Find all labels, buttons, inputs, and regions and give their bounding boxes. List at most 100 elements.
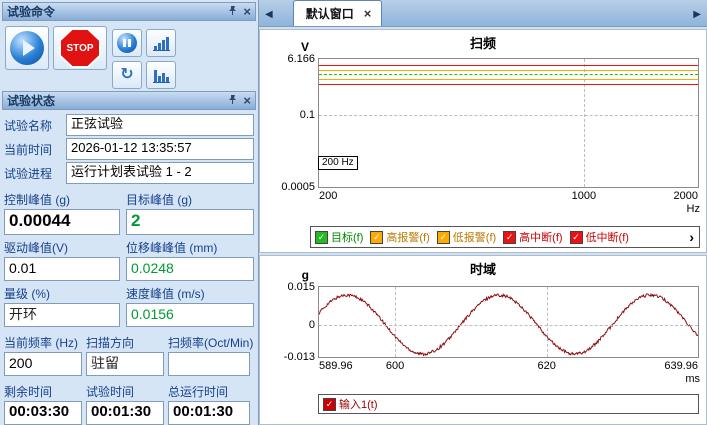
current-time-value: 2026-01-12 13:35:57 bbox=[66, 138, 254, 160]
legend-item[interactable]: ✓目标(f) bbox=[315, 229, 363, 245]
app-window: 试验命令 × STOP bbox=[0, 0, 707, 425]
level-label: 量级 (%) bbox=[4, 285, 120, 302]
legend-checkbox-icon[interactable]: ✓ bbox=[570, 231, 583, 244]
legend-item[interactable]: ✓输入1(t) bbox=[323, 396, 378, 412]
legend-label: 高报警(f) bbox=[386, 229, 429, 245]
level-value: 开环 bbox=[4, 303, 120, 327]
sweep-chart-title: 扫频 bbox=[260, 30, 706, 52]
sweep-direction-value: 驻留 bbox=[86, 352, 164, 376]
x-tick-label: 600 bbox=[386, 360, 404, 372]
y-tick-label: 0.015 bbox=[287, 281, 315, 293]
y-tick-label: 0.0005 bbox=[281, 181, 315, 193]
stop-button[interactable]: STOP bbox=[53, 26, 107, 70]
tab-default-window[interactable]: 默认窗口 × bbox=[293, 0, 383, 26]
legend-item[interactable]: ✓低报警(f) bbox=[437, 229, 496, 245]
time-domain-title: 时域 bbox=[260, 256, 706, 278]
left-panel: 试验命令 × STOP bbox=[0, 0, 259, 425]
histogram-view-button[interactable] bbox=[146, 61, 176, 89]
legend-checkbox-icon[interactable]: ✓ bbox=[503, 231, 516, 244]
test-name-label: 试验名称 bbox=[4, 117, 66, 134]
sweep-rate-value bbox=[168, 352, 250, 376]
displacement-value: 0.0248 bbox=[126, 257, 254, 281]
x-tick-label: 2000 bbox=[674, 190, 698, 202]
y-tick-label: -0.013 bbox=[284, 351, 315, 363]
pin-icon[interactable] bbox=[227, 5, 238, 19]
status-form: 试验名称 正弦试验 当前时间 2026-01-12 13:35:57 试验进程 … bbox=[0, 110, 258, 425]
test-progress-value: 运行计划表试验 1 - 2 bbox=[66, 162, 254, 184]
sweep-x-unit: Hz bbox=[687, 203, 700, 215]
sweep-legend: ✓目标(f)✓高报警(f)✓低报警(f)✓高中断(f)✓低中断(f) › bbox=[310, 226, 700, 248]
legend-item[interactable]: ✓低中断(f) bbox=[570, 229, 629, 245]
h-gridline bbox=[319, 325, 698, 326]
y-tick-label: 0 bbox=[309, 319, 315, 331]
spectrum-view-button[interactable] bbox=[146, 29, 176, 57]
status-panel-titlebar: 试验状态 × bbox=[2, 91, 256, 110]
stop-sign-icon: STOP bbox=[59, 28, 101, 68]
x-tick-label: 589.96 bbox=[319, 360, 353, 372]
target-peak-value: 2 bbox=[126, 209, 254, 235]
control-peak-value: 0.00044 bbox=[4, 209, 120, 235]
legend-item[interactable]: ✓高报警(f) bbox=[370, 229, 429, 245]
x-tick-label: 639.96 bbox=[664, 360, 698, 372]
legend-checkbox-icon[interactable]: ✓ bbox=[323, 398, 336, 411]
tab-scroll-right-icon[interactable]: ▶ bbox=[687, 9, 707, 26]
legend-label: 目标(f) bbox=[331, 229, 363, 245]
status-panel-title: 试验状态 bbox=[7, 92, 55, 109]
legend-checkbox-icon[interactable]: ✓ bbox=[315, 231, 328, 244]
time-domain-plot-area[interactable]: g ms 0.0150-0.013589.96600620639.96 bbox=[318, 286, 699, 358]
waveform-trace bbox=[319, 287, 698, 357]
start-button[interactable] bbox=[5, 26, 49, 70]
command-panel-titlebar: 试验命令 × bbox=[2, 2, 256, 21]
pin-icon[interactable] bbox=[227, 94, 238, 108]
remaining-time-value: 00:03:30 bbox=[4, 401, 82, 425]
tab-scroll-left-icon[interactable]: ◀ bbox=[259, 9, 279, 26]
control-peak-label: 控制峰值 (g) bbox=[4, 191, 120, 208]
frequency-label: 当前频率 (Hz) bbox=[4, 334, 82, 351]
pause-icon bbox=[117, 33, 137, 53]
test-name-value: 正弦试验 bbox=[66, 114, 254, 136]
target-peak-label: 目标峰值 (g) bbox=[126, 191, 254, 208]
frequency-cursor-flag[interactable]: 200 Hz bbox=[318, 156, 358, 170]
limit-line bbox=[319, 79, 698, 80]
tab-close-icon[interactable]: × bbox=[364, 9, 372, 19]
sweep-rate-label: 扫频率(Oct/Min) bbox=[168, 334, 250, 351]
elapsed-time-value: 00:01:30 bbox=[86, 401, 164, 425]
drive-peak-value: 0.01 bbox=[4, 257, 120, 281]
x-tick-label: 200 bbox=[319, 190, 337, 202]
legend-label: 低报警(f) bbox=[453, 229, 496, 245]
legend-label: 输入1(t) bbox=[339, 396, 378, 412]
play-icon bbox=[10, 31, 44, 65]
sweep-direction-label: 扫描方向 bbox=[86, 334, 164, 351]
legend-scroll-icon[interactable]: › bbox=[684, 228, 699, 246]
y-tick-label: 0.1 bbox=[300, 109, 315, 121]
limit-line bbox=[319, 70, 698, 71]
y-tick-label: 6.166 bbox=[287, 53, 315, 65]
legend-checkbox-icon[interactable]: ✓ bbox=[437, 231, 450, 244]
x-tick-label: 620 bbox=[538, 360, 556, 372]
sweep-plot-area[interactable]: V Hz 200 Hz 6.1660.10.000520010002000 bbox=[318, 58, 699, 188]
legend-item[interactable]: ✓高中断(f) bbox=[503, 229, 562, 245]
limit-line bbox=[319, 84, 698, 85]
time-domain-legend: ✓输入1(t) bbox=[318, 394, 699, 414]
command-panel-title: 试验命令 bbox=[7, 3, 55, 20]
close-icon[interactable]: × bbox=[243, 95, 251, 106]
legend-checkbox-icon[interactable]: ✓ bbox=[370, 231, 383, 244]
right-panel: ◀ 默认窗口 × ▶ 扫频 V Hz 200 Hz 6.1660.10.0005… bbox=[259, 0, 707, 425]
displacement-label: 位移峰峰值 (mm) bbox=[126, 239, 254, 256]
sweep-y-unit: V bbox=[301, 40, 309, 54]
v-gridline bbox=[395, 287, 396, 357]
limit-line bbox=[319, 74, 698, 75]
bar-chart-icon bbox=[153, 35, 170, 51]
tab-bar: ◀ 默认窗口 × ▶ bbox=[259, 0, 707, 27]
total-time-value: 00:01:30 bbox=[168, 401, 250, 425]
pause-button[interactable] bbox=[112, 29, 142, 57]
close-icon[interactable]: × bbox=[243, 6, 251, 17]
tab-label: 默认窗口 bbox=[306, 5, 354, 22]
time-x-unit: ms bbox=[685, 373, 700, 385]
redo-button[interactable]: ↻ bbox=[112, 61, 142, 89]
redo-icon: ↻ bbox=[120, 67, 133, 83]
velocity-value: 0.0156 bbox=[126, 303, 254, 327]
drive-peak-label: 驱动峰值(V) bbox=[4, 239, 120, 256]
v-gridline bbox=[547, 287, 548, 357]
current-time-label: 当前时间 bbox=[4, 141, 66, 158]
